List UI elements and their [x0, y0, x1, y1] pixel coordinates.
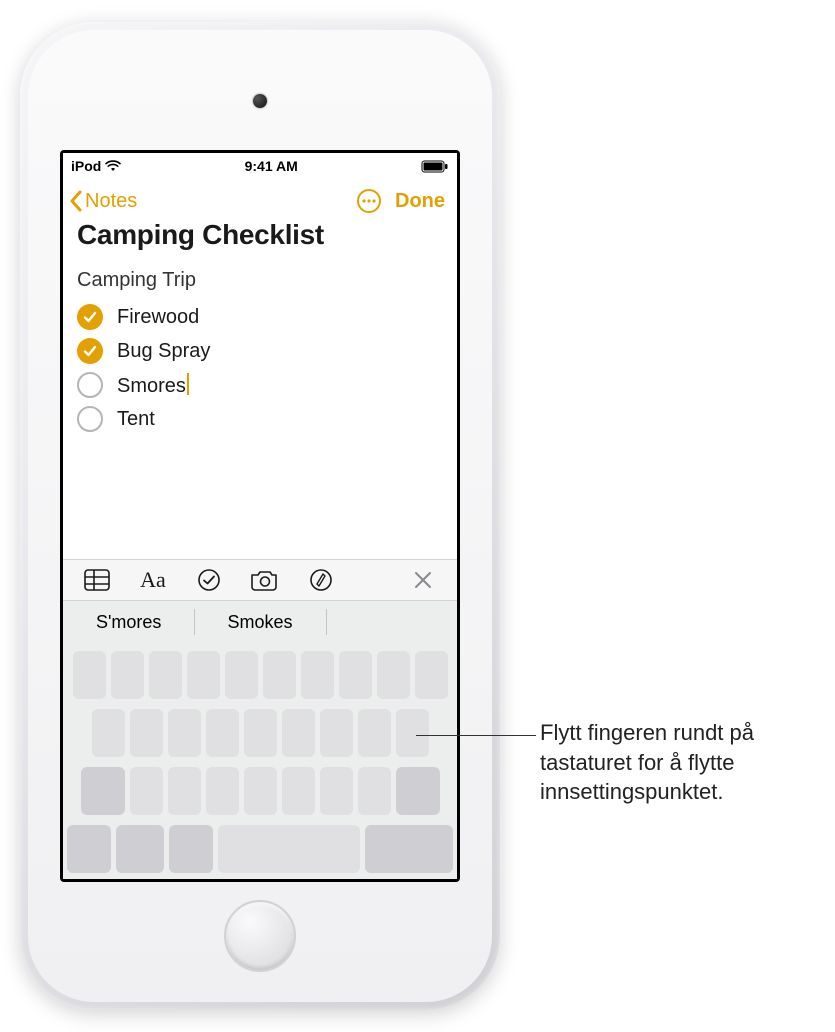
status-bar: iPod 9:41 AM — [63, 153, 457, 179]
close-toolbar-icon[interactable] — [395, 570, 451, 590]
note-subtitle[interactable]: Camping Trip — [77, 269, 443, 292]
carrier-label: iPod — [71, 158, 101, 174]
checklist-item[interactable]: Smores — [77, 368, 443, 402]
quicktype-bar: S'mores Smokes — [63, 601, 457, 643]
checkbox-checked-icon[interactable] — [77, 304, 103, 330]
checkbox-checked-icon[interactable] — [77, 338, 103, 364]
checklist-item-label[interactable]: Firewood — [117, 306, 199, 329]
checklist-item[interactable]: Tent — [77, 402, 443, 436]
status-time: 9:41 AM — [121, 158, 421, 174]
checklist-item-label[interactable]: Smores — [117, 373, 189, 398]
checklist-item[interactable]: Firewood — [77, 300, 443, 334]
callout-text: Flytt fingeren rundt på tastaturet for å… — [540, 718, 820, 807]
status-left: iPod — [71, 158, 121, 174]
checklist-tool-icon[interactable] — [181, 568, 237, 592]
battery-icon — [421, 160, 449, 173]
screen: iPod 9:41 AM — [63, 153, 457, 879]
front-camera — [253, 94, 267, 108]
wifi-icon — [105, 160, 121, 172]
table-tool-icon[interactable] — [69, 569, 125, 591]
callout-leader-line — [416, 735, 536, 736]
screen-bezel: iPod 9:41 AM — [60, 150, 460, 882]
nav-bar: Notes Done — [63, 179, 457, 223]
note-body[interactable]: Camping Checklist Camping Trip Firewood B… — [63, 223, 457, 559]
checklist[interactable]: Firewood Bug Spray Smores Tent — [77, 300, 443, 436]
checklist-item-label[interactable]: Tent — [117, 408, 155, 431]
checklist-item-label[interactable]: Bug Spray — [117, 340, 210, 363]
markup-tool-icon[interactable] — [293, 568, 349, 592]
quicktype-suggestion[interactable] — [326, 601, 457, 643]
done-button[interactable]: Done — [395, 190, 451, 213]
quicktype-suggestion[interactable]: Smokes — [194, 601, 325, 643]
checkbox-unchecked-icon[interactable] — [77, 372, 103, 398]
back-button[interactable]: Notes — [69, 190, 137, 213]
note-title[interactable]: Camping Checklist — [77, 223, 443, 251]
text-cursor — [187, 373, 189, 395]
home-button[interactable] — [224, 900, 296, 972]
text-format-tool-icon[interactable]: Aa — [125, 567, 181, 593]
checkbox-unchecked-icon[interactable] — [77, 406, 103, 432]
camera-tool-icon[interactable] — [237, 569, 293, 591]
checklist-item[interactable]: Bug Spray — [77, 334, 443, 368]
ipod-frame: iPod 9:41 AM — [20, 22, 500, 1010]
back-label: Notes — [85, 190, 137, 213]
format-toolbar: Aa — [63, 559, 457, 601]
more-button[interactable] — [355, 187, 383, 215]
keyboard-trackpad[interactable] — [63, 643, 457, 879]
chevron-left-icon — [69, 190, 83, 212]
quicktype-suggestion[interactable]: S'mores — [63, 601, 194, 643]
